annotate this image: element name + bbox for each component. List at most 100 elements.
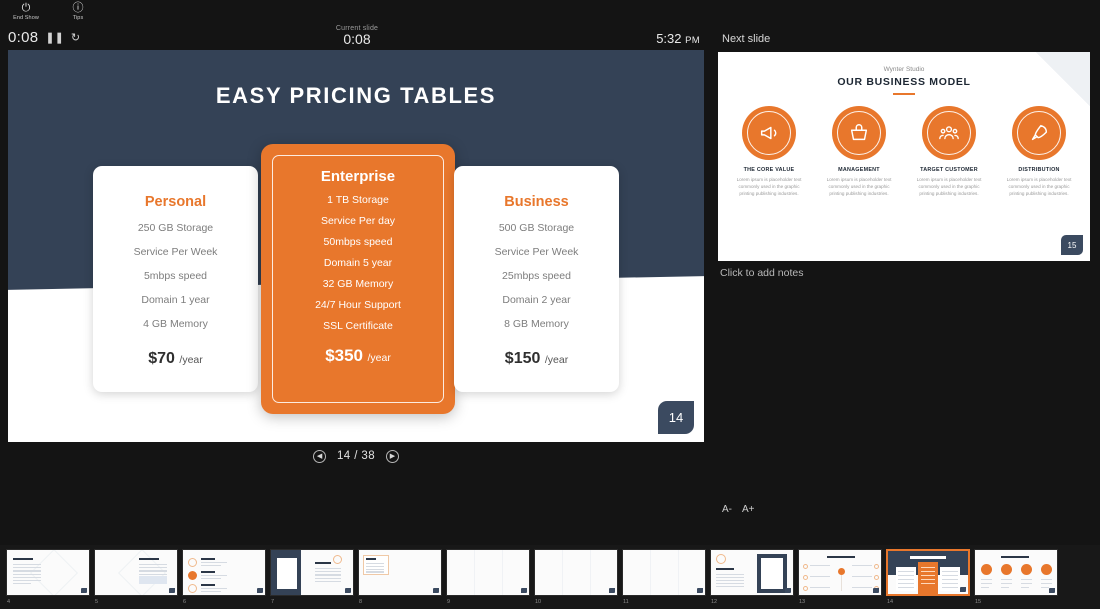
preview-column-label: DISTRIBUTION xyxy=(1018,166,1060,173)
thumb-shape xyxy=(852,576,872,578)
tips-button[interactable]: ⓘ Tips xyxy=(58,2,98,21)
thumb-shape xyxy=(315,562,331,565)
plan-feature: 8 GB Memory xyxy=(504,318,569,330)
thumb-shape xyxy=(716,583,744,585)
chevron-right-icon[interactable]: ▶ xyxy=(385,449,399,463)
notes-panel[interactable]: Click to add notes A- A+ xyxy=(718,263,1090,519)
thumbnail-preview xyxy=(534,549,618,596)
thumbnail-preview xyxy=(182,549,266,596)
thumb-shape xyxy=(1021,587,1029,589)
preview-column-text: Lorem ipsum is placeholder text commonly… xyxy=(916,176,982,196)
thumb-shape xyxy=(852,565,872,567)
current-slide-timer: Current slide 0:08 xyxy=(0,25,714,47)
thumbnail-badge xyxy=(1049,588,1055,593)
thumb-shape xyxy=(898,571,914,573)
plan-feature: Domain 1 year xyxy=(141,294,210,306)
thumb-shape xyxy=(366,565,384,567)
filmstrip-thumbnail[interactable]: 10 xyxy=(534,549,618,605)
plan-feature: Domain 2 year xyxy=(502,294,571,306)
plan-price: $150 /year xyxy=(454,350,619,368)
preview-column-text: Lorem ipsum is placeholder text commonly… xyxy=(1006,176,1072,196)
current-slide-stage[interactable]: EASY PRICING TABLES Personal 250 GB Stor… xyxy=(8,50,704,442)
preview-column: MANAGEMENT Lorem ipsum is placeholder te… xyxy=(820,105,898,197)
current-slide-time: 0:08 xyxy=(343,31,371,47)
thumb-shape xyxy=(201,571,215,574)
thumbnail-number: 6 xyxy=(183,599,187,605)
filmstrip-thumbnail[interactable]: 7 xyxy=(270,549,354,605)
thumb-shape xyxy=(29,550,79,595)
plan-feature: 25mbps speed xyxy=(502,270,571,282)
thumbnail-number: 4 xyxy=(7,599,11,605)
end-show-button[interactable]: ⏻ End Show xyxy=(6,2,46,21)
thumb-shape xyxy=(942,587,958,589)
thumb-shape xyxy=(1001,579,1012,581)
thumb-shape xyxy=(942,575,958,577)
thumb-shape xyxy=(716,554,726,564)
thumb-shape xyxy=(921,571,935,573)
preview-column: TARGET CUSTOMER Lorem ipsum is placehold… xyxy=(910,105,988,197)
thumb-shape xyxy=(366,563,384,565)
thumb-shape xyxy=(803,586,808,591)
thumb-shape xyxy=(803,575,808,580)
enterprise-inner-border xyxy=(272,155,444,403)
thumb-shape xyxy=(13,564,41,566)
preview-columns: THE CORE VALUE Lorem ipsum is placeholde… xyxy=(718,105,1090,197)
thumbnail-preview xyxy=(974,549,1058,596)
thumb-shape xyxy=(139,564,167,566)
thumb-shape xyxy=(201,588,227,590)
plan-feature: 250 GB Storage xyxy=(137,222,214,234)
next-slide-preview[interactable]: Wynter Studio OUR BUSINESS MODEL THE COR… xyxy=(718,52,1090,261)
thumbnail-badge xyxy=(345,588,351,593)
pricing-card-enterprise: Enterprise 1 TB Storage Service Per day … xyxy=(261,144,455,414)
thumb-shape xyxy=(1041,583,1052,585)
thumbnail-badge xyxy=(609,588,615,593)
thumb-shape xyxy=(562,550,563,595)
filmstrip-thumbnail[interactable]: 11 xyxy=(622,549,706,605)
thumbnail-preview xyxy=(270,549,354,596)
chevron-left-icon[interactable]: ◀ xyxy=(313,449,327,463)
thumb-shape xyxy=(838,568,845,575)
thumbnail-number: 9 xyxy=(447,599,451,605)
thumbnail-number: 7 xyxy=(271,599,275,605)
plan-name: Business xyxy=(504,194,569,210)
preview-title: OUR BUSINESS MODEL xyxy=(837,76,971,88)
thumb-shape xyxy=(13,583,31,585)
thumbnail-preview xyxy=(6,549,90,596)
preview-column: THE CORE VALUE Lorem ipsum is placeholde… xyxy=(730,105,808,197)
plan-feature: 4 GB Memory xyxy=(143,318,208,330)
thumb-shape xyxy=(13,558,33,561)
toolbar-buttons: ⏻ End Show ⓘ Tips xyxy=(6,2,98,21)
thumbnail-number: 13 xyxy=(799,599,806,605)
plan-price-period: /year xyxy=(179,354,203,366)
thumbnail-number: 10 xyxy=(535,599,542,605)
plan-price-amount: $150 xyxy=(504,350,541,367)
decrease-font-button[interactable]: A- xyxy=(722,504,732,515)
thumb-shape xyxy=(921,567,935,569)
filmstrip-thumbnail[interactable]: 9 xyxy=(446,549,530,605)
increase-font-button[interactable]: A+ xyxy=(742,504,755,515)
notes-font-controls: A- A+ xyxy=(722,504,755,515)
filmstrip-thumbnail[interactable]: 6 xyxy=(182,549,266,605)
thumb-shape xyxy=(13,570,41,572)
notes-placeholder[interactable]: Click to add notes xyxy=(718,263,1090,283)
thumb-shape xyxy=(188,571,197,580)
filmstrip-thumbnail[interactable]: 13 xyxy=(798,549,882,605)
thumb-shape xyxy=(827,556,855,559)
thumb-shape xyxy=(921,575,935,577)
filmstrip-thumbnail[interactable]: 14 xyxy=(886,549,970,605)
filmstrip-thumbnail[interactable]: 5 xyxy=(94,549,178,605)
thumb-shape xyxy=(333,555,342,564)
filmstrip-thumbnail[interactable]: 15 xyxy=(974,549,1058,605)
thumb-shape xyxy=(13,573,41,575)
tips-label: Tips xyxy=(72,15,84,21)
thumb-shape xyxy=(981,579,992,581)
filmstrip-thumbnail[interactable]: 12 xyxy=(710,549,794,605)
thumb-shape xyxy=(139,573,167,575)
thumb-shape xyxy=(13,580,41,582)
people-icon xyxy=(922,105,976,160)
filmstrip-thumbnail[interactable]: 4 xyxy=(6,549,90,605)
plan-price-period: /year xyxy=(544,354,569,366)
filmstrip-thumbnail[interactable]: 8 xyxy=(358,549,442,605)
thumb-shape xyxy=(841,575,843,591)
slide-filmstrip[interactable]: 4 5 6 7 8 9 10 11 12 13 14 15 xyxy=(0,545,1100,609)
